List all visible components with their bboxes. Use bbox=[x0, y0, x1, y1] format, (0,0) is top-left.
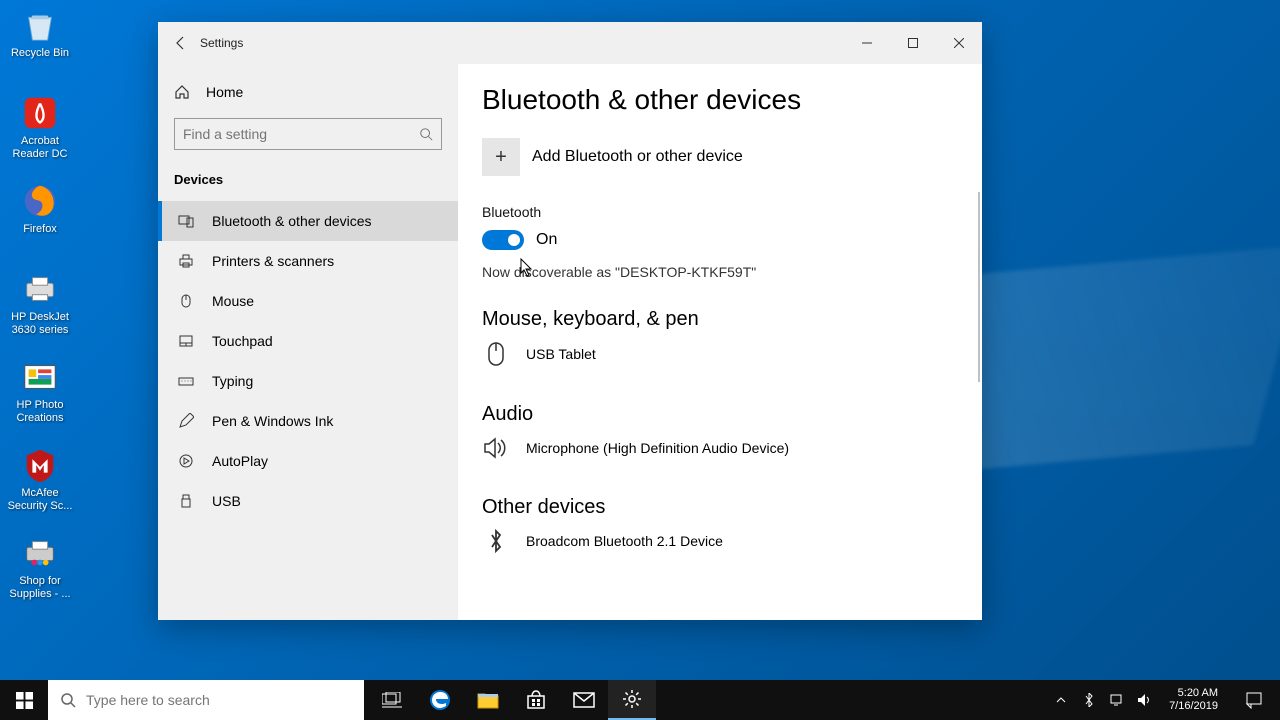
device-label: Microphone (High Definition Audio Device… bbox=[526, 440, 789, 456]
bluetooth-toggle[interactable] bbox=[482, 230, 524, 250]
search-icon bbox=[60, 692, 76, 708]
nav-mouse[interactable]: Mouse bbox=[158, 281, 458, 321]
add-device-label: Add Bluetooth or other device bbox=[532, 148, 743, 166]
bluetooth-state: On bbox=[536, 231, 557, 249]
group-audio: Audio bbox=[482, 403, 958, 426]
home-label: Home bbox=[206, 84, 243, 100]
nav-usb[interactable]: USB bbox=[158, 481, 458, 521]
usb-icon bbox=[178, 493, 194, 509]
system-tray: 5:20 AM 7/16/2019 bbox=[1051, 680, 1280, 720]
nav-typing[interactable]: Typing bbox=[158, 361, 458, 401]
mouse-icon bbox=[482, 341, 510, 367]
taskbar-search[interactable] bbox=[48, 680, 364, 720]
touchpad-icon bbox=[178, 333, 194, 349]
bluetooth-label: Bluetooth bbox=[482, 204, 958, 220]
taskbar-file-explorer[interactable] bbox=[464, 680, 512, 720]
search-input[interactable] bbox=[183, 126, 419, 142]
taskbar-edge[interactable] bbox=[416, 680, 464, 720]
group-other: Other devices bbox=[482, 496, 958, 519]
discoverable-text: Now discoverable as "DESKTOP-KTKF59T" bbox=[482, 264, 958, 280]
taskbar-time: 5:20 AM bbox=[1169, 687, 1218, 700]
tray-chevron-up-icon[interactable] bbox=[1051, 696, 1071, 704]
task-view-button[interactable] bbox=[368, 680, 416, 720]
taskbar-date: 7/16/2019 bbox=[1169, 700, 1218, 713]
desktop-icons: Recycle Bin Acrobat Reader DC Firefox HP… bbox=[5, 5, 75, 621]
start-button[interactable] bbox=[0, 680, 48, 720]
nav-bluetooth[interactable]: Bluetooth & other devices bbox=[158, 201, 458, 241]
group-mouse-keyboard-pen: Mouse, keyboard, & pen bbox=[482, 308, 958, 331]
tray-bluetooth-icon[interactable] bbox=[1079, 693, 1099, 707]
desktop-icon-label: McAfee Security Sc... bbox=[5, 487, 75, 512]
desktop-icon-acrobat[interactable]: Acrobat Reader DC bbox=[5, 93, 75, 171]
taskbar: 5:20 AM 7/16/2019 bbox=[0, 680, 1280, 720]
desktop-icon-label: Shop for Supplies - ... bbox=[5, 575, 75, 600]
search-icon bbox=[419, 127, 433, 141]
content-area: Bluetooth & other devices + Add Bluetoot… bbox=[458, 64, 982, 620]
home-button[interactable]: Home bbox=[158, 74, 458, 110]
bluetooth-icon bbox=[482, 529, 510, 553]
tray-network-icon[interactable] bbox=[1107, 694, 1127, 706]
desktop-icon-firefox[interactable]: Firefox bbox=[5, 181, 75, 259]
device-usb-tablet[interactable]: USB Tablet bbox=[482, 341, 958, 367]
device-label: USB Tablet bbox=[526, 346, 596, 362]
nav-label: Mouse bbox=[212, 293, 254, 309]
tray-volume-icon[interactable] bbox=[1135, 693, 1155, 707]
device-microphone[interactable]: Microphone (High Definition Audio Device… bbox=[482, 436, 958, 460]
nav-label: Bluetooth & other devices bbox=[212, 213, 372, 229]
taskbar-search-input[interactable] bbox=[86, 692, 352, 708]
scrollbar[interactable] bbox=[978, 192, 980, 382]
nav-label: Printers & scanners bbox=[212, 253, 334, 269]
maximize-button[interactable] bbox=[890, 27, 936, 59]
close-button[interactable] bbox=[936, 27, 982, 59]
mouse-icon bbox=[178, 293, 194, 309]
speaker-icon bbox=[482, 436, 510, 460]
desktop-icon-mcafee[interactable]: McAfee Security Sc... bbox=[5, 445, 75, 523]
search-box[interactable] bbox=[174, 118, 442, 150]
printer-icon bbox=[178, 253, 194, 269]
desktop-icon-label: Firefox bbox=[5, 223, 75, 236]
pen-icon bbox=[178, 413, 194, 429]
nav-autoplay[interactable]: AutoPlay bbox=[158, 441, 458, 481]
taskbar-settings[interactable] bbox=[608, 680, 656, 720]
desktop-icon-label: HP DeskJet 3630 series bbox=[5, 311, 75, 336]
plus-icon: + bbox=[482, 138, 520, 176]
devices-icon bbox=[178, 213, 194, 229]
notifications-button[interactable] bbox=[1232, 680, 1276, 720]
window-title: Settings bbox=[200, 36, 243, 50]
autoplay-icon bbox=[178, 453, 194, 469]
nav-label: Pen & Windows Ink bbox=[212, 413, 333, 429]
home-icon bbox=[174, 84, 190, 100]
taskbar-clock[interactable]: 5:20 AM 7/16/2019 bbox=[1163, 687, 1224, 713]
keyboard-icon bbox=[178, 373, 194, 389]
nav-pen[interactable]: Pen & Windows Ink bbox=[158, 401, 458, 441]
add-device-button[interactable]: + Add Bluetooth or other device bbox=[482, 138, 958, 176]
nav-label: Typing bbox=[212, 373, 253, 389]
back-button[interactable] bbox=[158, 22, 204, 64]
titlebar: Settings bbox=[158, 22, 982, 64]
desktop-icon-label: HP Photo Creations bbox=[5, 399, 75, 424]
settings-window: Settings Home Devices Bluetooth & other … bbox=[158, 22, 982, 620]
page-title: Bluetooth & other devices bbox=[482, 84, 958, 116]
nav-printers[interactable]: Printers & scanners bbox=[158, 241, 458, 281]
nav-label: USB bbox=[212, 493, 241, 509]
desktop-icon-hp-photo[interactable]: HP Photo Creations bbox=[5, 357, 75, 435]
desktop-icon-label: Acrobat Reader DC bbox=[5, 135, 75, 160]
desktop-icon-hp-deskjet[interactable]: HP DeskJet 3630 series bbox=[5, 269, 75, 347]
device-broadcom-bt[interactable]: Broadcom Bluetooth 2.1 Device bbox=[482, 529, 958, 553]
desktop-icon-label: Recycle Bin bbox=[5, 47, 75, 60]
desktop-icon-shop-supplies[interactable]: Shop for Supplies - ... bbox=[5, 533, 75, 611]
minimize-button[interactable] bbox=[844, 27, 890, 59]
device-label: Broadcom Bluetooth 2.1 Device bbox=[526, 533, 723, 549]
taskbar-mail[interactable] bbox=[560, 680, 608, 720]
nav-label: AutoPlay bbox=[212, 453, 268, 469]
sidebar-section-title: Devices bbox=[158, 166, 458, 201]
nav-touchpad[interactable]: Touchpad bbox=[158, 321, 458, 361]
taskbar-store[interactable] bbox=[512, 680, 560, 720]
nav-label: Touchpad bbox=[212, 333, 273, 349]
desktop-icon-recycle-bin[interactable]: Recycle Bin bbox=[5, 5, 75, 83]
sidebar: Home Devices Bluetooth & other devices P… bbox=[158, 64, 458, 620]
